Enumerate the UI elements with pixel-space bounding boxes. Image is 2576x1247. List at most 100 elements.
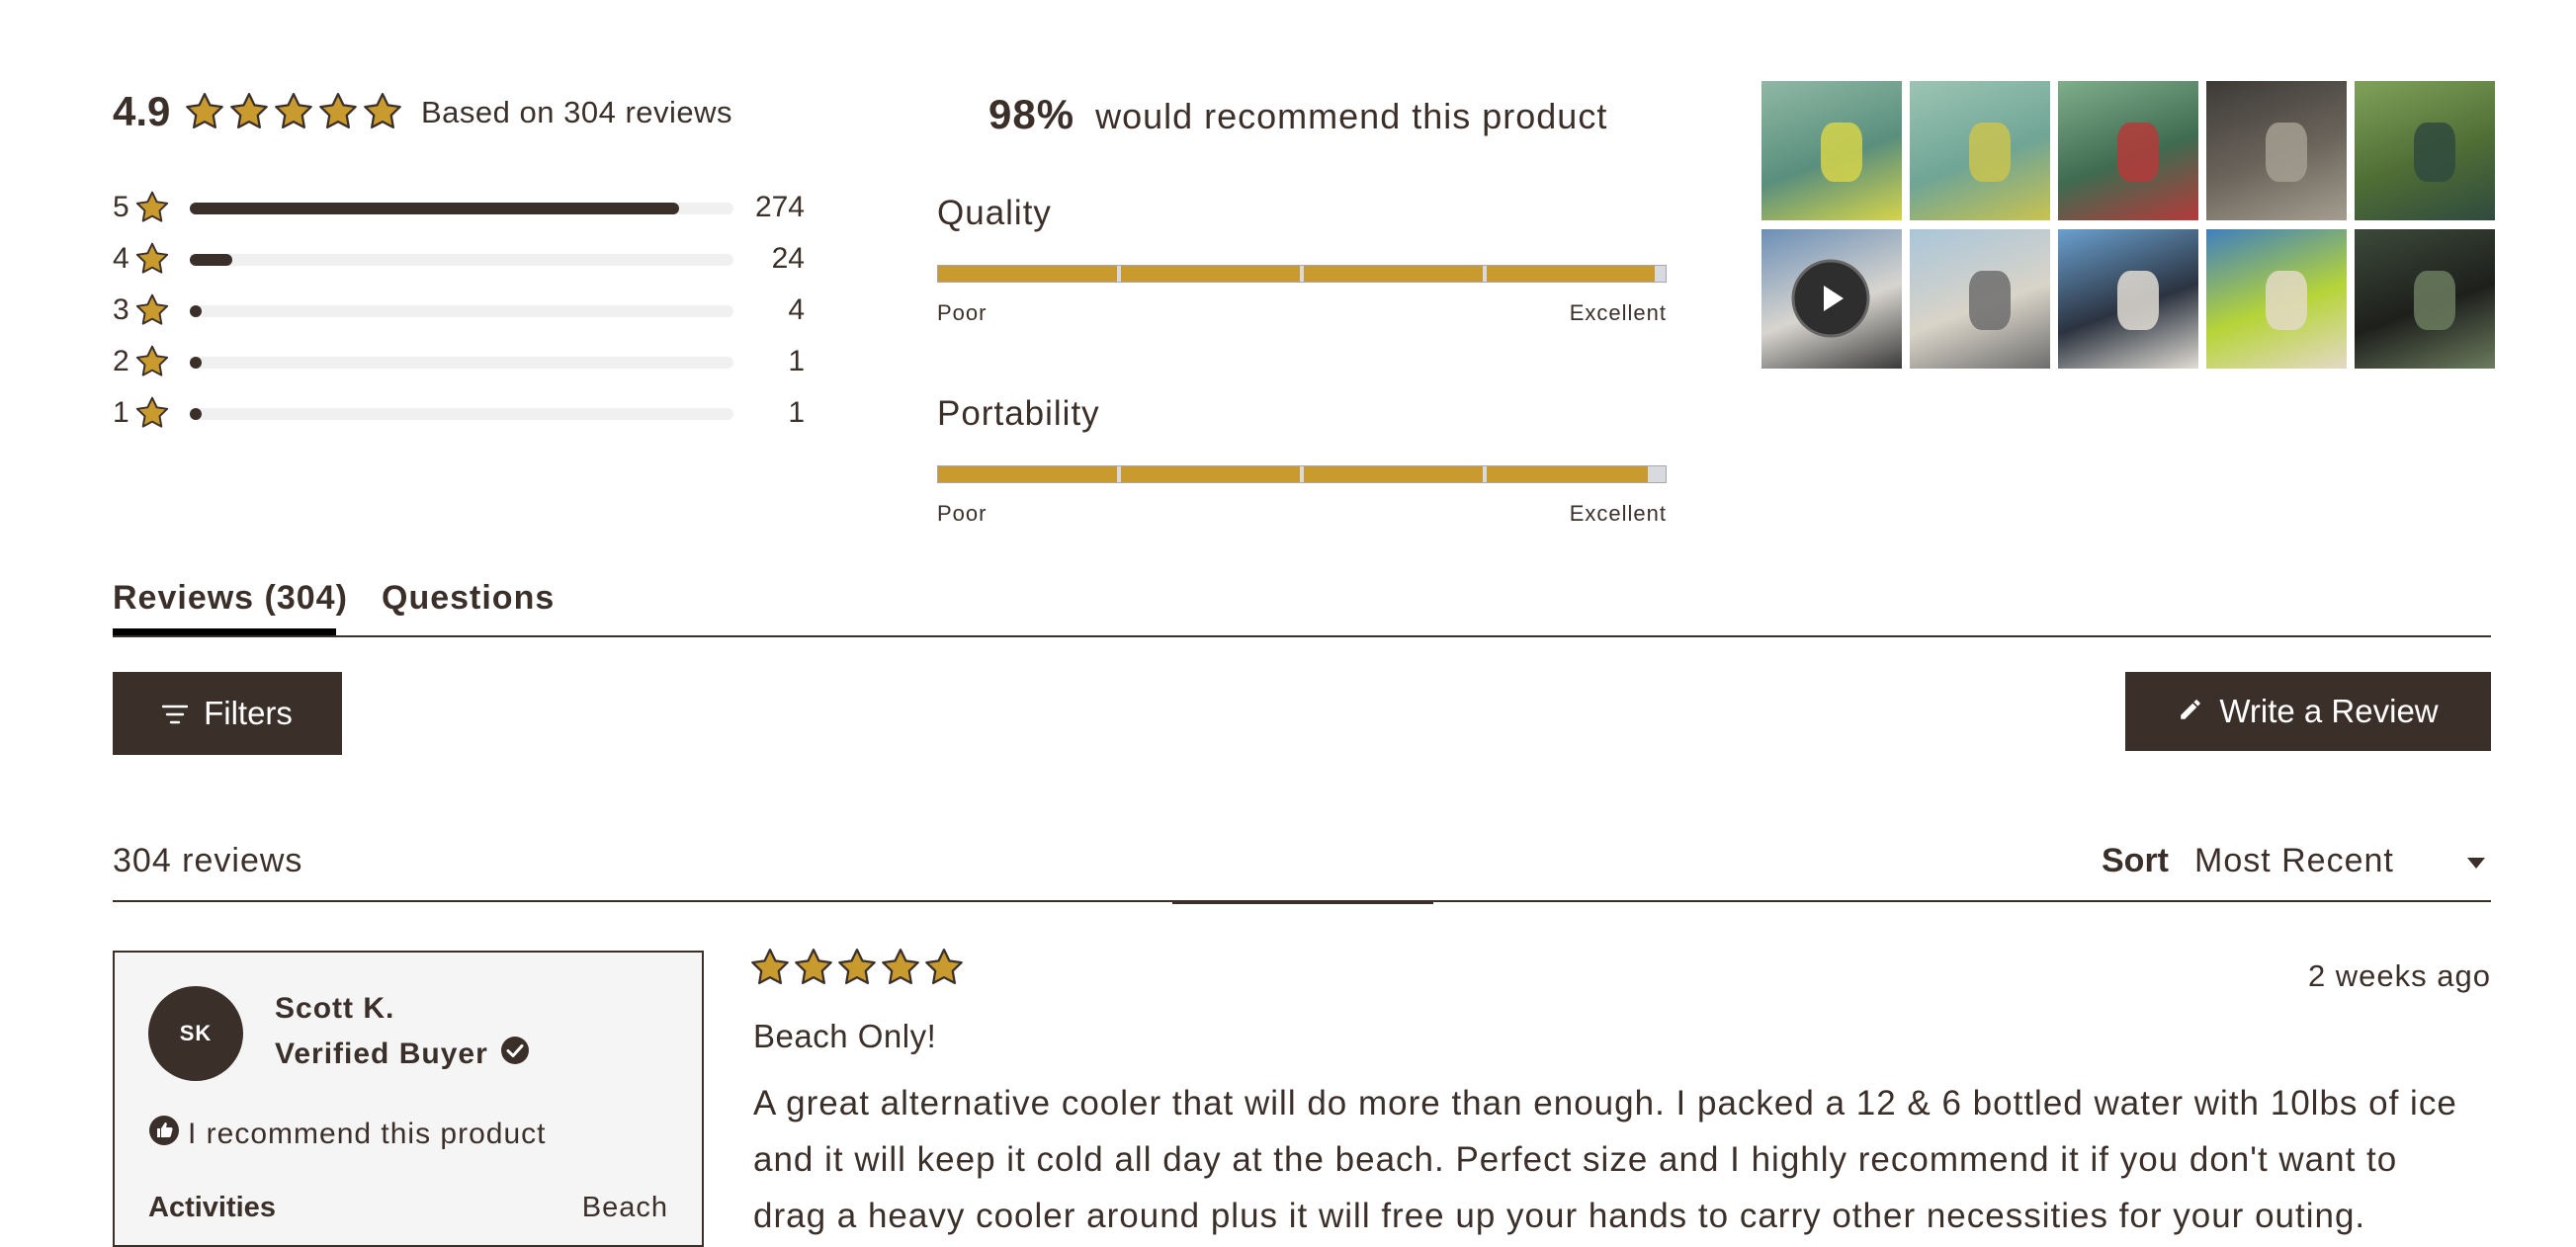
thumbnail-subject bbox=[1820, 123, 1863, 182]
star-icon bbox=[880, 947, 921, 988]
media-thumbnail-beach-gray-cooler[interactable] bbox=[1910, 229, 2050, 369]
attribute-segment bbox=[1121, 466, 1300, 482]
list-divider-accent bbox=[1172, 900, 1433, 904]
media-thumbnail-lake-cooler-floating[interactable] bbox=[1761, 81, 1902, 220]
average-stars bbox=[184, 91, 403, 132]
attribute-low-label: Poor bbox=[937, 300, 987, 325]
tabs-divider bbox=[113, 635, 2491, 637]
thumbnail-subject bbox=[2265, 271, 2308, 330]
distribution-count: 24 bbox=[771, 242, 805, 275]
review-date: 2 weeks ago bbox=[2307, 958, 2491, 993]
distribution-star-label: 5 bbox=[113, 191, 129, 223]
star-icon bbox=[923, 947, 965, 988]
review-count: 304 reviews bbox=[113, 842, 303, 879]
distribution-count: 1 bbox=[788, 396, 805, 429]
attribute-segment bbox=[1487, 266, 1655, 282]
reviewer-name: Scott K. bbox=[275, 992, 395, 1025]
recommend-text: would recommend this product bbox=[1095, 96, 1608, 136]
distribution-count: 274 bbox=[754, 191, 805, 223]
star-icon bbox=[793, 947, 834, 988]
star-icon bbox=[362, 91, 403, 132]
attribute-segment bbox=[1487, 466, 1648, 482]
review-body: A great alternative cooler that will do … bbox=[753, 1075, 2493, 1244]
media-thumbnail-child-with-backpack[interactable] bbox=[2355, 81, 2495, 220]
filters-label: Filters bbox=[204, 695, 293, 731]
distribution-star-label: 1 bbox=[113, 396, 129, 429]
distribution-star-label: 3 bbox=[113, 293, 129, 326]
media-thumbnail-icemule-cooler-beach[interactable] bbox=[2058, 229, 2198, 369]
filter-icon bbox=[161, 695, 189, 732]
attribute-high-label: Excellent bbox=[1569, 501, 1667, 526]
thumbnail-subject bbox=[2116, 271, 2160, 330]
attribute-low-label: Poor bbox=[937, 501, 987, 526]
distribution-fill bbox=[190, 408, 202, 420]
check-circle-icon bbox=[500, 1036, 530, 1073]
star-icon bbox=[134, 190, 170, 225]
pencil-icon bbox=[2178, 693, 2203, 730]
distribution-fill bbox=[190, 203, 679, 214]
attribute-bar bbox=[937, 465, 1667, 483]
write-review-label: Write a Review bbox=[2219, 693, 2439, 729]
tab-active-indicator bbox=[113, 628, 336, 635]
play-icon[interactable] bbox=[1791, 259, 1870, 338]
star-icon bbox=[134, 292, 170, 328]
recommend-badge: I recommend this product bbox=[148, 1115, 546, 1154]
distribution-row[interactable]: 34 bbox=[113, 291, 805, 330]
distribution-count: 1 bbox=[788, 345, 805, 377]
filters-button[interactable]: Filters bbox=[113, 672, 342, 755]
distribution-row[interactable]: 11 bbox=[113, 393, 805, 433]
tab-questions[interactable]: Questions bbox=[382, 579, 555, 618]
distribution-row[interactable]: 5 274 bbox=[113, 188, 805, 227]
distribution-row[interactable]: 21 bbox=[113, 342, 805, 381]
distribution-count: 4 bbox=[788, 293, 805, 326]
sort-label: Sort bbox=[2102, 842, 2169, 879]
thumbnail-subject bbox=[2413, 271, 2456, 330]
review-body-line: drag a heavy cooler around plus it will … bbox=[753, 1197, 2366, 1235]
review-body-line: A great alternative cooler that will do … bbox=[753, 1084, 2457, 1122]
sort-select[interactable]: Most Recent bbox=[2194, 836, 2491, 885]
thumbs-up-icon bbox=[148, 1115, 180, 1154]
attribute-portability: Portability Poor Excellent bbox=[937, 394, 1667, 533]
review-stars bbox=[749, 947, 965, 990]
media-thumbnail-person-kayak-water[interactable] bbox=[2058, 81, 2198, 220]
star-icon bbox=[184, 91, 225, 132]
distribution-fill bbox=[190, 254, 232, 266]
verified-buyer: Verified Buyer bbox=[275, 1036, 530, 1073]
media-thumbnail-green-cooler-beach[interactable] bbox=[2206, 229, 2347, 369]
thumbnail-subject bbox=[1968, 271, 2012, 330]
distribution-row[interactable]: 4 24 bbox=[113, 239, 805, 279]
star-icon bbox=[749, 947, 791, 988]
avatar: SK bbox=[148, 986, 243, 1081]
distribution-track bbox=[190, 305, 733, 317]
verified-label: Verified Buyer bbox=[275, 1038, 488, 1070]
tab-reviews[interactable]: Reviews (304) bbox=[113, 579, 348, 618]
attribute-segment bbox=[1304, 466, 1483, 482]
star-icon bbox=[134, 344, 170, 379]
attribute-segment bbox=[938, 266, 1117, 282]
attribute-segment bbox=[1304, 266, 1483, 282]
distribution-fill bbox=[190, 357, 202, 369]
media-thumbnail-truck-bed-cooler[interactable] bbox=[2355, 229, 2495, 369]
attribute-value: Beach bbox=[581, 1192, 668, 1223]
avatar-initials: SK bbox=[179, 1021, 213, 1045]
star-icon bbox=[134, 241, 170, 277]
distribution-track bbox=[190, 254, 733, 266]
thumbnail-subject bbox=[2265, 123, 2308, 182]
star-icon bbox=[134, 395, 170, 431]
media-thumbnail-icemule-bag-closeup[interactable] bbox=[2206, 81, 2347, 220]
star-icon bbox=[317, 91, 359, 132]
thumbnail-subject bbox=[2413, 123, 2456, 182]
distribution-track bbox=[190, 357, 733, 369]
recommend-summary: 98% would recommend this product bbox=[988, 91, 1607, 138]
distribution-track bbox=[190, 408, 733, 420]
recommend-percent: 98% bbox=[988, 91, 1075, 137]
attribute-quality: Quality Poor Excellent bbox=[937, 194, 1667, 332]
media-thumbnail-video-beach-water[interactable] bbox=[1761, 229, 1902, 369]
write-review-button[interactable]: Write a Review bbox=[2125, 672, 2491, 751]
thumbnail-subject bbox=[1968, 123, 2012, 182]
thumbnail-subject bbox=[2116, 123, 2160, 182]
media-thumbnail-shallow-water-cooler[interactable] bbox=[1910, 81, 2050, 220]
attribute-title: Portability bbox=[937, 394, 1100, 433]
attribute-bar bbox=[937, 265, 1667, 283]
attribute-title: Quality bbox=[937, 194, 1052, 232]
